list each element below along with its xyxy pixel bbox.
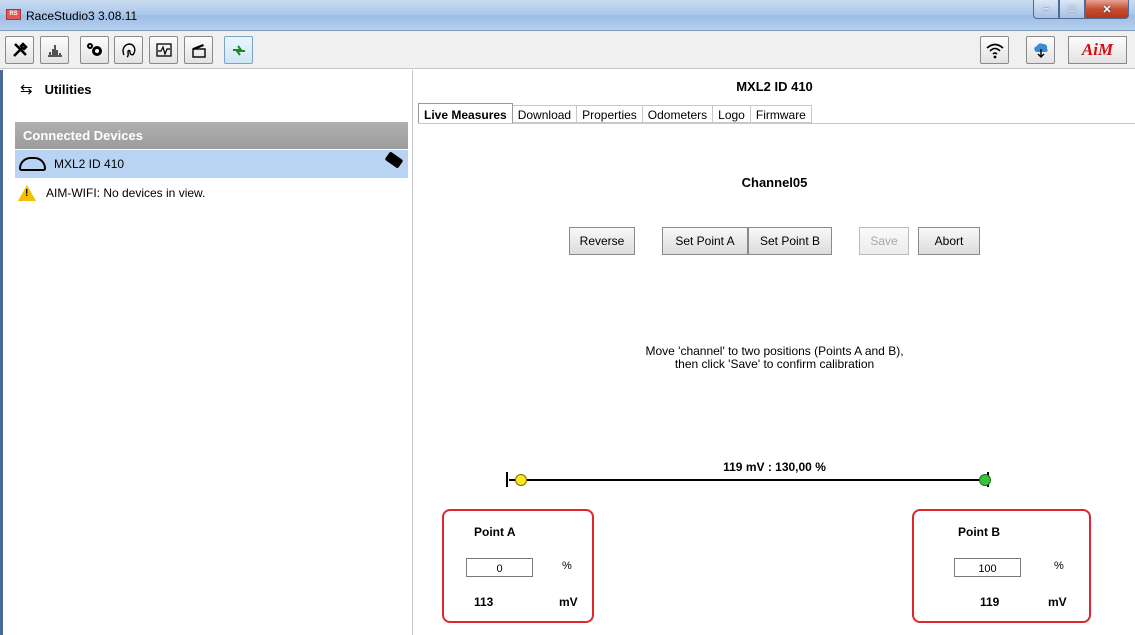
aim-logo: AiM (1068, 36, 1127, 64)
device-title: MXL2 ID 410 (736, 79, 813, 94)
tab-odometers[interactable]: Odometers (642, 105, 714, 123)
wifi-status: ! AIM-WIFI: No devices in view. (18, 185, 205, 201)
connected-devices-header: Connected Devices (15, 122, 408, 149)
slider-start-cap (506, 472, 508, 487)
warning-icon: ! (18, 185, 36, 201)
tab-firmware[interactable]: Firmware (750, 105, 812, 123)
gear-icon[interactable] (80, 36, 109, 64)
point-b-percent-input[interactable] (954, 558, 1021, 577)
sidebar: ⇆ Utilities Connected Devices MXL2 ID 41… (0, 70, 413, 635)
maximize-button[interactable]: □ (1059, 0, 1085, 19)
abort-button[interactable]: Abort (918, 227, 980, 255)
point-b-panel: Point B % 119 mV (912, 509, 1091, 623)
set-point-a-button[interactable]: Set Point A (662, 227, 748, 255)
waveform-icon[interactable] (149, 36, 178, 64)
wifi-icon[interactable] (980, 36, 1009, 64)
point-a-mv-unit: mV (559, 595, 578, 609)
tab-divider (418, 123, 1135, 124)
tab-properties[interactable]: Properties (577, 105, 643, 123)
tab-live-measures[interactable]: Live Measures (418, 103, 513, 123)
fingerprint-icon[interactable] (114, 36, 143, 64)
reverse-button[interactable]: Reverse (569, 227, 635, 255)
utilities-link[interactable]: ⇆ Utilities (20, 80, 92, 98)
point-a-percent-input[interactable] (466, 558, 533, 577)
point-b-percent-unit: % (1054, 560, 1064, 572)
tab-bar: Live Measures Download Properties Odomet… (418, 103, 812, 123)
tools-icon[interactable] (5, 36, 34, 64)
cloud-icon[interactable] (1026, 36, 1055, 64)
title-bar: RS RaceStudio3 3.08.11 – □ ✕ (0, 0, 1135, 31)
tab-download[interactable]: Download (512, 105, 578, 123)
utilities-label: Utilities (44, 81, 92, 97)
tab-logo[interactable]: Logo (713, 105, 751, 123)
window-title: RaceStudio3 3.08.11 (26, 9, 138, 23)
main-panel: MXL2 ID 410 Live Measures Download Prope… (414, 70, 1135, 635)
point-b-mv-value: 119 (980, 595, 1000, 609)
device-label: MXL2 ID 410 (54, 157, 125, 171)
set-point-b-button[interactable]: Set Point B (748, 227, 832, 255)
device-list-item[interactable]: MXL2 ID 410 (15, 150, 408, 178)
point-a-panel: Point A % 113 mV (442, 509, 594, 623)
point-a-title: Point A (474, 525, 516, 539)
point-b-marker (979, 474, 991, 486)
instruction-line-2: then click 'Save' to confirm calibration (674, 357, 875, 371)
window-controls: – □ ✕ (1033, 0, 1129, 20)
point-a-mv-value: 113 (474, 595, 494, 609)
sync-icon[interactable] (224, 36, 253, 64)
app-icon: RS (6, 9, 21, 20)
sidebar-edge (0, 70, 9, 635)
save-button[interactable]: Save (859, 227, 909, 255)
utilities-icon: ⇆ (20, 81, 33, 98)
live-readout: 119 mV : 130,00 % (723, 460, 826, 474)
minimize-button[interactable]: – (1033, 0, 1059, 19)
clapper-icon[interactable] (184, 36, 213, 64)
close-button[interactable]: ✕ (1085, 0, 1129, 19)
point-a-marker (515, 474, 527, 486)
wifi-message: AIM-WIFI: No devices in view. (46, 186, 206, 200)
calibration-instructions: Move 'channel' to two positions (Points … (414, 345, 1135, 371)
usb-icon (384, 151, 404, 169)
point-b-mv-unit: mV (1048, 595, 1067, 609)
toolbar: AiM (0, 31, 1135, 69)
point-a-percent-unit: % (562, 560, 572, 572)
display-icon (19, 157, 46, 171)
chart-icon[interactable] (40, 36, 69, 64)
channel-title: Channel05 (741, 175, 808, 190)
calibration-slider-track (509, 479, 987, 481)
point-b-title: Point B (958, 525, 1000, 539)
